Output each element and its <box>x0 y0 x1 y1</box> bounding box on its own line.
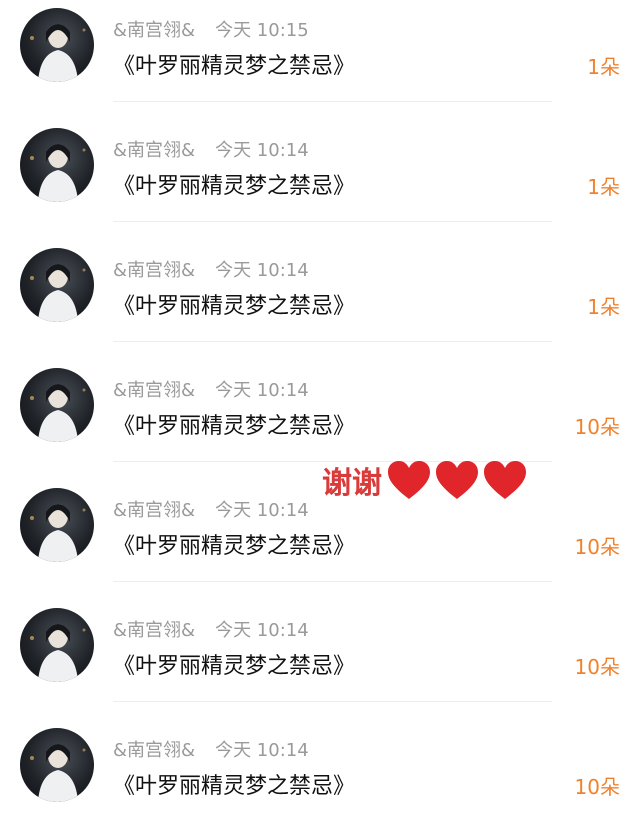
avatar[interactable] <box>20 128 94 202</box>
thanks-text: 谢谢 <box>322 466 382 501</box>
avatar-portrait-icon <box>30 504 86 562</box>
flower-count: 1朵 <box>587 295 620 319</box>
divider <box>113 701 552 702</box>
message-text: 《叶罗丽精灵梦之禁忌》 <box>113 534 356 559</box>
avatar-portrait-icon <box>30 144 86 202</box>
flower-count: 10朵 <box>574 655 620 679</box>
sender-name: &南宫翎& <box>113 380 196 401</box>
message-meta: &南宫翎& 今天 10:14 <box>113 496 309 521</box>
avatar-portrait-icon <box>30 24 86 82</box>
list-item[interactable]: &南宫翎& 今天 10:14 《叶罗丽精灵梦之禁忌》 1朵 <box>0 240 640 360</box>
timestamp: 今天 10:14 <box>215 140 309 161</box>
flower-count: 1朵 <box>587 55 620 79</box>
flower-count: 10朵 <box>574 415 620 439</box>
list-item[interactable]: &南宫翎& 今天 10:15 《叶罗丽精灵梦之禁忌》 1朵 <box>0 0 640 120</box>
heart-icon <box>436 461 478 499</box>
heart-icon <box>388 461 430 499</box>
sender-name: &南宫翎& <box>113 740 196 761</box>
sender-name: &南宫翎& <box>113 260 196 281</box>
thanks-overlay: 谢谢 <box>322 456 530 504</box>
heart-icon <box>484 461 526 499</box>
avatar[interactable] <box>20 488 94 562</box>
sender-name: &南宫翎& <box>113 620 196 641</box>
divider <box>113 341 552 342</box>
list-item[interactable]: &南宫翎& 今天 10:14 《叶罗丽精灵梦之禁忌》 10朵 <box>0 480 640 600</box>
flower-count: 1朵 <box>587 175 620 199</box>
divider <box>113 221 552 222</box>
timestamp: 今天 10:14 <box>215 260 309 281</box>
flower-count: 10朵 <box>574 535 620 559</box>
message-meta: &南宫翎& 今天 10:14 <box>113 376 309 401</box>
message-text: 《叶罗丽精灵梦之禁忌》 <box>113 54 356 79</box>
avatar-portrait-icon <box>30 624 86 682</box>
list-item[interactable]: &南宫翎& 今天 10:14 《叶罗丽精灵梦之禁忌》 10朵 <box>0 720 640 823</box>
timestamp: 今天 10:14 <box>215 500 309 521</box>
sender-name: &南宫翎& <box>113 20 196 41</box>
avatar[interactable] <box>20 368 94 442</box>
avatar[interactable] <box>20 8 94 82</box>
list-item[interactable]: &南宫翎& 今天 10:14 《叶罗丽精灵梦之禁忌》 1朵 <box>0 120 640 240</box>
message-meta: &南宫翎& 今天 10:15 <box>113 16 309 41</box>
message-text: 《叶罗丽精灵梦之禁忌》 <box>113 294 356 319</box>
list-item[interactable]: &南宫翎& 今天 10:14 《叶罗丽精灵梦之禁忌》 10朵 <box>0 360 640 480</box>
message-text: 《叶罗丽精灵梦之禁忌》 <box>113 654 356 679</box>
flower-count: 10朵 <box>574 775 620 799</box>
timestamp: 今天 10:14 <box>215 740 309 761</box>
message-text: 《叶罗丽精灵梦之禁忌》 <box>113 174 356 199</box>
message-list: &南宫翎& 今天 10:15 《叶罗丽精灵梦之禁忌》 1朵 &南宫翎& 今天 10:… <box>0 0 640 823</box>
sender-name: &南宫翎& <box>113 140 196 161</box>
divider <box>113 581 552 582</box>
message-text: 《叶罗丽精灵梦之禁忌》 <box>113 414 356 439</box>
sender-name: &南宫翎& <box>113 500 196 521</box>
divider <box>113 101 552 102</box>
avatar-portrait-icon <box>30 744 86 802</box>
timestamp: 今天 10:15 <box>215 20 309 41</box>
timestamp: 今天 10:14 <box>215 620 309 641</box>
timestamp: 今天 10:14 <box>215 380 309 401</box>
avatar[interactable] <box>20 248 94 322</box>
message-meta: &南宫翎& 今天 10:14 <box>113 136 309 161</box>
avatar-portrait-icon <box>30 264 86 322</box>
message-meta: &南宫翎& 今天 10:14 <box>113 616 309 641</box>
avatar[interactable] <box>20 728 94 802</box>
avatar-portrait-icon <box>30 384 86 442</box>
avatar[interactable] <box>20 608 94 682</box>
message-meta: &南宫翎& 今天 10:14 <box>113 736 309 761</box>
message-meta: &南宫翎& 今天 10:14 <box>113 256 309 281</box>
message-text: 《叶罗丽精灵梦之禁忌》 <box>113 774 356 799</box>
list-item[interactable]: &南宫翎& 今天 10:14 《叶罗丽精灵梦之禁忌》 10朵 <box>0 600 640 720</box>
